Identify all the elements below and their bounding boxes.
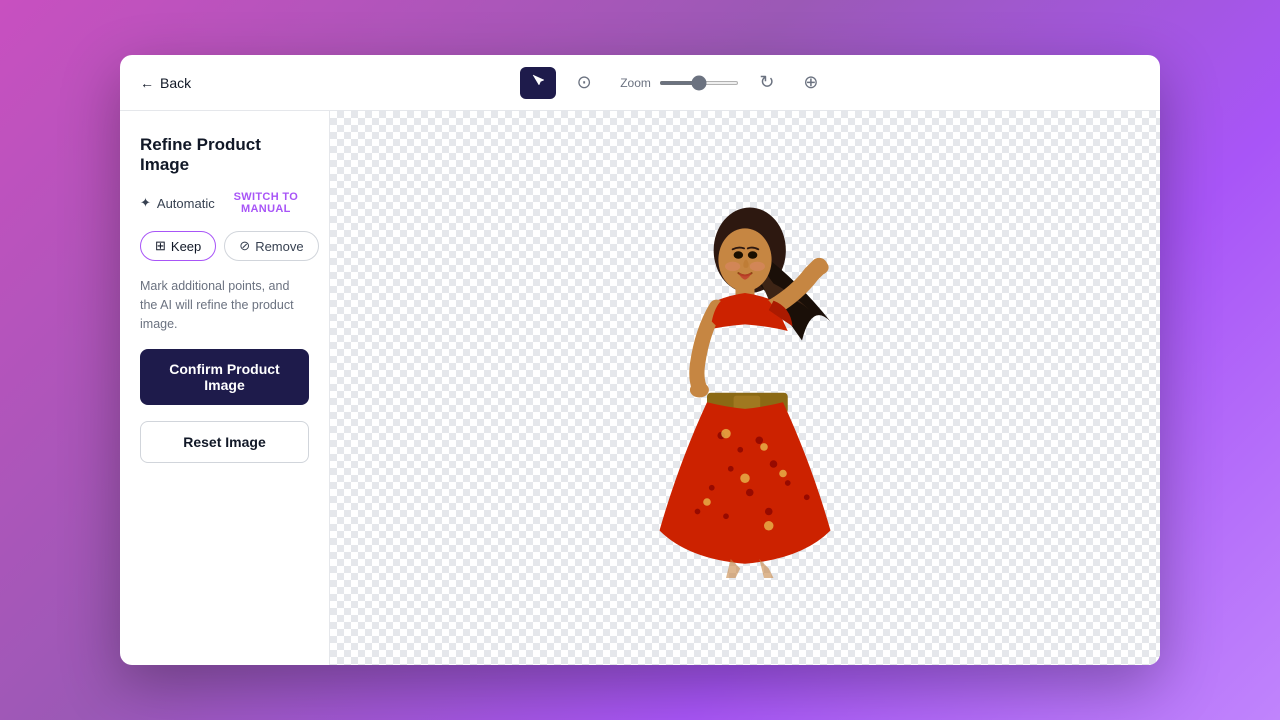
rotate-tool-button[interactable]: ↻ [751, 67, 783, 99]
target-icon: ⊕ [803, 72, 818, 93]
canvas-area[interactable] [330, 111, 1160, 665]
automatic-mode-label: ✦ Automatic [140, 195, 215, 211]
toolbar: ← Back ⊙ Zoom ↻ ⊕ [120, 55, 1160, 111]
mode-row: ✦ Automatic SWITCH TO MANUAL [140, 191, 309, 215]
zoom-label: Zoom [620, 76, 651, 90]
sparkle-icon: ✦ [140, 195, 151, 211]
remove-icon: ⊘ [239, 238, 250, 254]
product-image-svg [575, 198, 915, 578]
toolbar-center: ⊙ Zoom ↻ ⊕ [207, 67, 1140, 99]
switch-to-manual-button[interactable]: SWITCH TO MANUAL [223, 191, 309, 215]
target-tool-button[interactable]: ⊕ [795, 67, 827, 99]
cursor-icon [531, 73, 545, 92]
eraser-icon: ⊙ [577, 72, 592, 93]
sidebar: Refine Product Image ✦ Automatic SWITCH … [120, 111, 330, 665]
back-label: Back [160, 75, 191, 91]
rotate-icon: ↻ [759, 72, 774, 93]
reset-button[interactable]: Reset Image [140, 421, 309, 463]
confirm-button[interactable]: Confirm Product Image [140, 349, 309, 405]
action-buttons: ⊞ Keep ⊘ Remove [140, 231, 309, 261]
mode-text: Automatic [157, 196, 215, 211]
back-button[interactable]: ← Back [140, 75, 191, 91]
product-image-container [575, 198, 915, 578]
keep-label: Keep [171, 239, 201, 254]
remove-button[interactable]: ⊘ Remove [224, 231, 318, 261]
cursor-tool-button[interactable] [520, 67, 556, 99]
zoom-control: Zoom [620, 76, 739, 90]
hint-text: Mark additional points, and the AI will … [140, 277, 309, 333]
back-arrow-icon: ← [140, 75, 154, 91]
keep-button[interactable]: ⊞ Keep [140, 231, 216, 261]
sidebar-title: Refine Product Image [140, 135, 309, 175]
keep-icon: ⊞ [155, 238, 166, 254]
main-content: Refine Product Image ✦ Automatic SWITCH … [120, 111, 1160, 665]
zoom-slider[interactable] [659, 81, 739, 85]
app-window: ← Back ⊙ Zoom ↻ ⊕ [120, 55, 1160, 665]
eraser-tool-button[interactable]: ⊙ [568, 67, 600, 99]
remove-label: Remove [255, 239, 303, 254]
